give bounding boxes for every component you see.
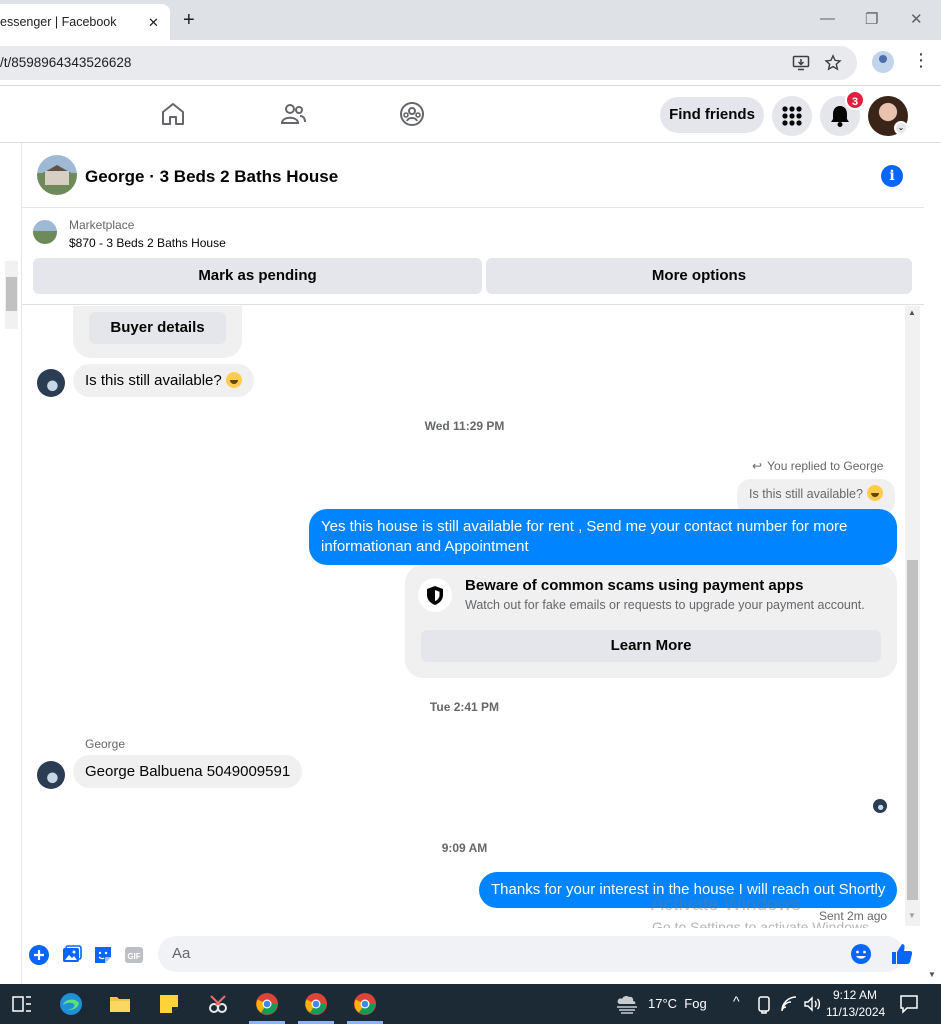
timestamp: Wed 11:29 PM xyxy=(424,419,505,433)
reply-indicator: ↩ You replied to George xyxy=(752,459,883,473)
tab-close-icon[interactable]: ✕ xyxy=(148,15,159,31)
plus-circle-icon[interactable] xyxy=(28,944,50,966)
conversation-avatar[interactable] xyxy=(37,155,77,195)
bookmark-star-icon[interactable] xyxy=(824,54,842,72)
windows-activation-watermark: Activate Windows xyxy=(651,894,801,915)
close-window-button[interactable]: ✕ xyxy=(910,10,923,28)
mark-as-pending-button[interactable]: Mark as pending xyxy=(33,258,482,294)
message-input[interactable]: Aa xyxy=(158,936,904,972)
sender-name: George xyxy=(85,737,126,751)
address-bar-row: /t/8598964343526628 ⋮ xyxy=(0,40,941,86)
browser-profile-icon[interactable] xyxy=(872,51,894,73)
sticker-icon[interactable] xyxy=(92,944,114,966)
smiley-emoji-icon xyxy=(866,485,883,501)
shield-icon xyxy=(427,586,443,605)
george-avatar[interactable] xyxy=(37,761,65,789)
tab-title: essenger | Facebook xyxy=(0,15,117,29)
browser-tab-messenger[interactable]: essenger | Facebook ✕ xyxy=(0,4,170,40)
scam-warning-card: Beware of common scams using payment app… xyxy=(405,565,897,678)
george-avatar[interactable] xyxy=(37,369,65,397)
timestamp: 9:09 AM xyxy=(441,841,488,855)
photo-icon[interactable] xyxy=(61,944,83,966)
chrome-icon[interactable] xyxy=(304,992,328,1016)
chat-list-collapsed-strip xyxy=(0,143,22,984)
message-scrollbar-thumb[interactable] xyxy=(907,560,918,900)
seen-avatar xyxy=(873,799,887,813)
gif-icon[interactable]: GIF xyxy=(123,944,145,966)
edge-browser-icon[interactable] xyxy=(59,992,83,1016)
marketplace-label: Marketplace xyxy=(69,218,135,232)
install-app-icon[interactable] xyxy=(792,54,810,72)
emoji-icon[interactable] xyxy=(850,943,872,965)
reply-quote-text: Is this still available? xyxy=(749,487,863,501)
message-composer: GIF Aa xyxy=(22,928,941,984)
home-icon[interactable] xyxy=(159,100,187,128)
marketplace-panel: Marketplace $870 - 3 Beds 2 Baths House … xyxy=(22,209,924,305)
conversation-header: George · 3 Beds 2 Baths House i xyxy=(22,143,924,208)
friends-icon[interactable] xyxy=(279,100,307,128)
snipping-tool-icon[interactable] xyxy=(206,992,230,1016)
browser-tab-bar: essenger | Facebook ✕ + — ❐ ✕ xyxy=(0,0,941,40)
conversation-title[interactable]: George · 3 Beds 2 Baths House xyxy=(85,167,338,187)
chrome-icon[interactable] xyxy=(255,992,279,1016)
chevron-down-icon[interactable]: ⌄ xyxy=(894,121,908,135)
timestamp: Tue 2:41 PM xyxy=(429,700,500,714)
scam-warning-subtitle: Watch out for fake emails or requests to… xyxy=(465,598,865,612)
minimize-button[interactable]: — xyxy=(820,10,835,27)
file-explorer-icon[interactable] xyxy=(108,992,132,1016)
message-bubble-incoming[interactable]: George Balbuena 5049009591 xyxy=(73,755,303,788)
info-icon[interactable]: i xyxy=(881,165,903,187)
buyer-details-card: Buyer details xyxy=(73,306,242,358)
more-options-button[interactable]: More options xyxy=(486,258,912,294)
buyer-details-button[interactable]: Buyer details xyxy=(89,312,226,344)
windows-taskbar: 17°C Fog ^ 9:12 AM 11/13/2024 xyxy=(0,984,941,1024)
browser-menu-icon[interactable]: ⋮ xyxy=(912,50,930,71)
scam-warning-title: Beware of common scams using payment app… xyxy=(465,577,804,594)
facebook-top-nav: Find friends 3 ⌄ xyxy=(0,87,941,143)
grid-menu-icon xyxy=(782,106,802,126)
url-text: /t/8598964343526628 xyxy=(0,55,132,70)
left-scrollbar-thumb[interactable] xyxy=(6,277,17,311)
notification-center-icon[interactable] xyxy=(898,993,920,1015)
device-icon[interactable] xyxy=(755,994,773,1014)
reply-arrow-icon: ↩ xyxy=(752,459,763,473)
volume-icon[interactable] xyxy=(802,994,822,1014)
clock-time[interactable]: 9:12 AM xyxy=(833,988,877,1002)
fog-weather-icon[interactable] xyxy=(614,992,642,1016)
reply-label: You replied to George xyxy=(767,459,884,473)
menu-button[interactable] xyxy=(772,96,812,136)
thumbs-up-icon[interactable] xyxy=(890,942,914,966)
page-scroll-down-icon[interactable]: ▼ xyxy=(928,970,936,979)
scroll-down-arrow-icon[interactable]: ▼ xyxy=(908,911,916,920)
notification-count-badge: 3 xyxy=(845,90,865,110)
new-tab-button[interactable]: + xyxy=(183,9,195,32)
listing-thumbnail[interactable] xyxy=(33,220,57,244)
scroll-up-arrow-icon[interactable]: ▲ xyxy=(908,308,916,317)
wifi-icon[interactable] xyxy=(779,994,799,1014)
clock-date[interactable]: 11/13/2024 xyxy=(826,1005,885,1019)
message-thread: Buyer details Is this still available? W… xyxy=(22,306,924,928)
smiley-emoji-icon xyxy=(225,372,242,388)
chrome-icon[interactable] xyxy=(353,992,377,1016)
message-bubble-outgoing[interactable]: Yes this house is still available for re… xyxy=(309,509,897,565)
message-text: Is this still available? xyxy=(85,372,222,389)
sticky-notes-icon[interactable] xyxy=(157,992,181,1016)
task-view-icon[interactable] xyxy=(10,992,34,1016)
message-bubble-incoming[interactable]: Is this still available? xyxy=(73,364,254,397)
url-bar[interactable]: /t/8598964343526628 xyxy=(0,46,857,80)
show-hidden-icons-chevron-icon[interactable]: ^ xyxy=(733,993,740,1009)
weather-text[interactable]: 17°C Fog xyxy=(648,996,707,1011)
learn-more-button[interactable]: Learn More xyxy=(421,630,881,662)
svg-text:GIF: GIF xyxy=(127,952,140,961)
groups-icon[interactable] xyxy=(398,100,426,128)
find-friends-button[interactable]: Find friends xyxy=(660,97,764,133)
listing-title[interactable]: $870 - 3 Beds 2 Baths House xyxy=(69,236,226,250)
shield-icon-wrap xyxy=(418,578,452,612)
restore-button[interactable]: ❐ xyxy=(865,10,878,28)
